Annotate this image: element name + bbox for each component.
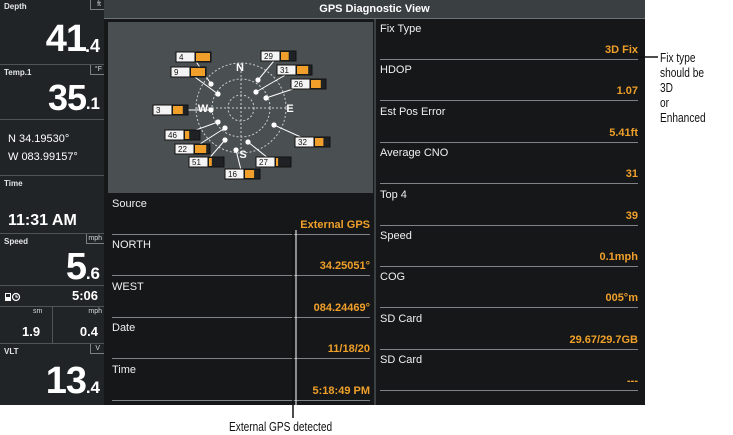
external-gps-note: External GPS detected bbox=[229, 419, 333, 434]
callout-lines bbox=[292, 56, 658, 418]
fix-type-note: Fix type should be 3D or Enhanced bbox=[660, 50, 706, 125]
